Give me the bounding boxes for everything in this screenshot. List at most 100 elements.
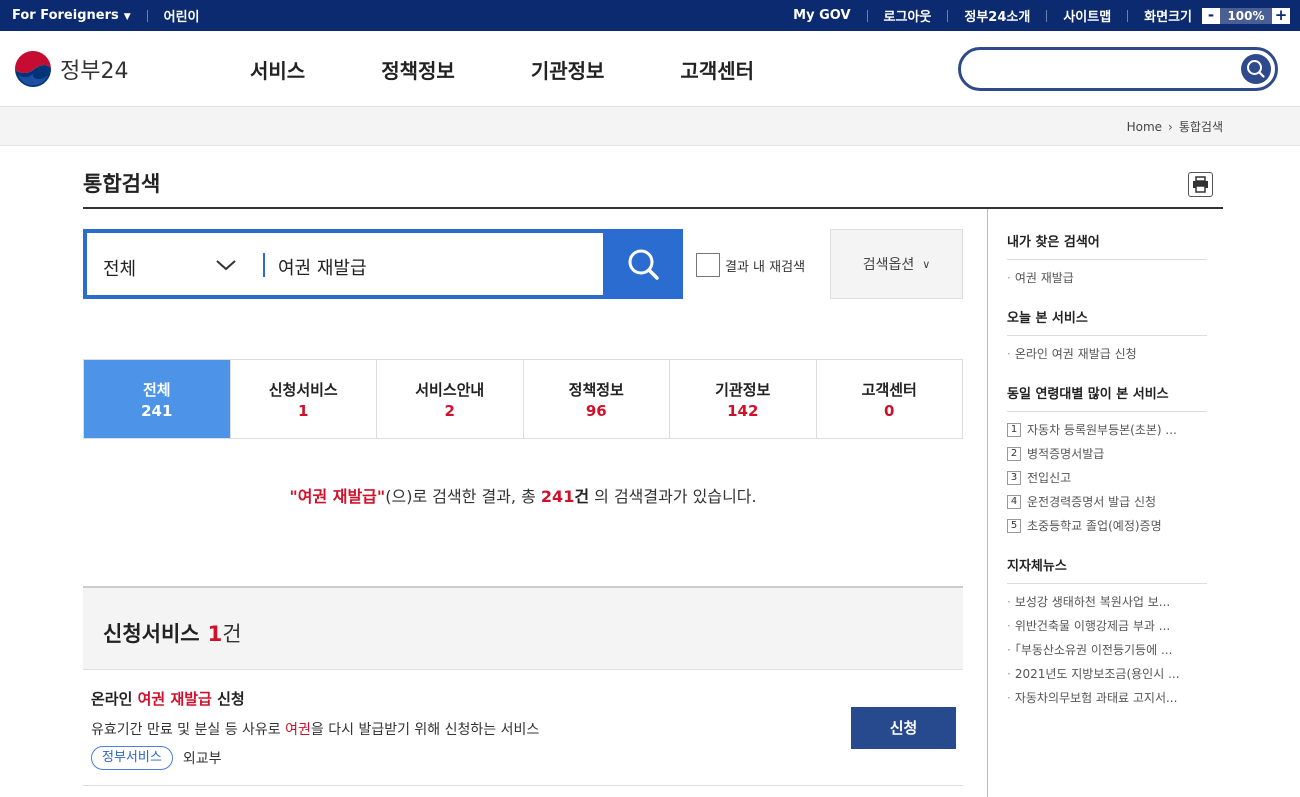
breadcrumb-bar: Home › 통합검색 bbox=[0, 107, 1300, 146]
list-item: 온라인 여권 재발급 신청 유효기간 만료 및 분실 등 사유로 여권을 다시 … bbox=[83, 670, 963, 786]
local-news: 지자체뉴스 보성강 생태하천 복원사업 보... 위반건축물 이행강제금 부과 … bbox=[1007, 555, 1207, 713]
today-viewed-title: 오늘 본 서비스 bbox=[1007, 307, 1207, 336]
rank-badge: 3 bbox=[1007, 470, 1021, 485]
result-total: 241 bbox=[540, 487, 575, 506]
popular-service-label: 전입신고 bbox=[1027, 471, 1072, 485]
local-news-title: 지자체뉴스 bbox=[1007, 555, 1207, 584]
popular-service-item[interactable]: 4 운전경력증명서 발급 신청 bbox=[1007, 493, 1207, 510]
breadcrumb-home[interactable]: Home bbox=[1127, 120, 1162, 134]
search-input-area: 전체 여권 재발급 bbox=[87, 233, 603, 295]
popular-service-item[interactable]: 5 초중등학교 졸업(예정)증명 bbox=[1007, 517, 1207, 534]
popular-service-item[interactable]: 1 자동차 등록원부등본(초본) ... bbox=[1007, 421, 1207, 438]
search-icon bbox=[1247, 60, 1265, 78]
research-checkbox[interactable] bbox=[696, 253, 720, 277]
about-link[interactable]: 정부24소개 bbox=[964, 6, 1030, 25]
search-keyword-input[interactable]: 여권 재발급 bbox=[278, 254, 367, 280]
logo-text: 정부24 bbox=[60, 59, 129, 84]
sidebar: 내가 찾은 검색어 여권 재발급 오늘 본 서비스 온라인 여권 재발급 신청 … bbox=[987, 209, 1300, 797]
item-meta: 정부서비스 외교부 bbox=[91, 746, 221, 770]
breadcrumb-current: 통합검색 bbox=[1178, 120, 1223, 134]
main-navigation: 서비스 정책정보 기관정보 고객센터 bbox=[250, 31, 830, 107]
news-item[interactable]: 2021년도 지방보조금(용인시 ... bbox=[1007, 665, 1207, 682]
section-title-text: 신청서비스 bbox=[103, 622, 200, 646]
popular-service-label: 자동차 등록원부등본(초본) ... bbox=[1027, 423, 1177, 437]
tab-all[interactable]: 전체 241 bbox=[84, 360, 231, 438]
section-header: 신청서비스 1건 bbox=[83, 586, 963, 670]
search-options-label: 검색옵션 bbox=[862, 257, 915, 273]
popular-service-item[interactable]: 3 전입신고 bbox=[1007, 469, 1207, 486]
research-in-results[interactable]: 결과 내 재검색 bbox=[696, 253, 805, 277]
global-search-button[interactable] bbox=[1241, 54, 1271, 84]
news-item[interactable]: 보성강 생태하천 복원사업 보... bbox=[1007, 593, 1207, 610]
tab-agency-info[interactable]: 기관정보 142 bbox=[670, 360, 817, 438]
nav-menu-service[interactable]: 서비스 bbox=[250, 55, 305, 84]
logout-link[interactable]: 로그아웃 bbox=[884, 6, 932, 25]
global-search-input[interactable] bbox=[975, 58, 1235, 80]
integrated-search-box: 전체 여권 재발급 bbox=[83, 229, 683, 299]
result-text: (으)로 검색한 결과, 총 bbox=[385, 487, 541, 506]
section-count: 1 bbox=[207, 622, 223, 646]
for-foreigners-link[interactable]: For Foreigners ▼ bbox=[12, 8, 131, 23]
category-select[interactable]: 전체 bbox=[103, 255, 136, 281]
result-tabs: 전체 241 신청서비스 1 서비스안내 2 정책정보 96 기관정보 142 … bbox=[83, 359, 963, 439]
popular-services: 동일 연령대별 많이 본 서비스 1 자동차 등록원부등본(초본) ... 2 병적… bbox=[1007, 383, 1207, 541]
news-item[interactable]: 위반건축물 이행강제금 부과 ... bbox=[1007, 617, 1207, 634]
item-title-post: 신청 bbox=[211, 690, 245, 708]
search-button[interactable] bbox=[607, 233, 679, 295]
zoom-control: - 100% + bbox=[1202, 7, 1290, 24]
item-desc-post: 을 다시 발급받기 위해 신청하는 서비스 bbox=[310, 722, 540, 738]
print-button[interactable] bbox=[1188, 172, 1213, 197]
service-type-tag[interactable]: 정부서비스 bbox=[91, 746, 173, 770]
zoom-out-button[interactable]: - bbox=[1202, 7, 1220, 24]
popular-service-label: 운전경력증명서 발급 신청 bbox=[1027, 495, 1157, 509]
today-viewed-item[interactable]: 온라인 여권 재발급 신청 bbox=[1007, 345, 1207, 362]
government-logo-icon bbox=[14, 50, 52, 88]
search-options-button[interactable]: 검색옵션 ∨ bbox=[830, 229, 963, 299]
tab-count: 142 bbox=[727, 401, 759, 420]
tab-label: 전체 bbox=[142, 380, 171, 399]
tab-policy-info[interactable]: 정책정보 96 bbox=[523, 360, 670, 438]
mygov-link[interactable]: My GOV bbox=[793, 8, 850, 23]
tab-label: 신청서비스 bbox=[268, 380, 338, 399]
caret-down-icon: ▼ bbox=[123, 12, 131, 22]
nav-menu-agency[interactable]: 기관정보 bbox=[531, 55, 605, 84]
nav-menu-customer[interactable]: 고객센터 bbox=[680, 55, 754, 84]
result-summary: "여권 재발급"(으)로 검색한 결과, 총 241건 의 검색결과가 있습니다… bbox=[83, 483, 963, 507]
screen-size-label: 화면크기 bbox=[1144, 10, 1192, 25]
zoom-in-button[interactable]: + bbox=[1272, 7, 1290, 24]
tab-count: 2 bbox=[444, 401, 455, 420]
tab-service-guide[interactable]: 서비스안내 2 bbox=[377, 360, 524, 438]
tab-label: 기관정보 bbox=[715, 380, 771, 399]
recent-searches-title: 내가 찾은 검색어 bbox=[1007, 231, 1207, 260]
item-title[interactable]: 온라인 여권 재발급 신청 bbox=[91, 688, 245, 709]
site-logo[interactable]: 정부24 bbox=[12, 48, 128, 90]
item-desc-pre: 유효기간 만료 및 분실 등 사유로 bbox=[91, 722, 286, 738]
page-title: 통합검색 bbox=[83, 172, 161, 196]
chevron-down-icon: ∨ bbox=[922, 257, 931, 271]
divider bbox=[1046, 9, 1048, 22]
rank-badge: 1 bbox=[1007, 422, 1021, 437]
tab-label: 서비스안내 bbox=[415, 380, 485, 399]
news-item[interactable]: 「부동산소유권 이전등기등에 ... bbox=[1007, 641, 1207, 658]
tab-application-service[interactable]: 신청서비스 1 bbox=[230, 360, 377, 438]
kids-link[interactable]: 어린이 bbox=[164, 6, 200, 25]
tab-count: 1 bbox=[298, 401, 309, 420]
chevron-down-icon[interactable] bbox=[215, 257, 237, 273]
popular-service-item[interactable]: 2 병적증명서발급 bbox=[1007, 445, 1207, 462]
nav-menu-policy[interactable]: 정책정보 bbox=[381, 55, 455, 84]
divider bbox=[947, 9, 949, 22]
site-header: 정부24 서비스 정책정보 기관정보 고객센터 bbox=[0, 31, 1300, 107]
print-icon bbox=[1193, 176, 1208, 193]
section-title: 신청서비스 1건 bbox=[103, 618, 242, 648]
item-desc-highlight: 여권 bbox=[285, 722, 311, 738]
sitemap-link[interactable]: 사이트맵 bbox=[1063, 6, 1111, 25]
result-tail: 의 검색결과가 있습니다. bbox=[589, 487, 757, 506]
tab-count: 0 bbox=[884, 401, 895, 420]
top-utility-bar: For Foreigners ▼ 어린이 My GOV 로그아웃 정부24소개 사… bbox=[0, 0, 1300, 31]
divider bbox=[146, 9, 148, 22]
news-item[interactable]: 자동차의무보험 과태료 고지서... bbox=[1007, 689, 1207, 706]
tab-customer-center[interactable]: 고객센터 0 bbox=[816, 360, 962, 438]
recent-search-item[interactable]: 여권 재발급 bbox=[1007, 269, 1207, 286]
divider bbox=[866, 9, 868, 22]
apply-button[interactable]: 신청 bbox=[851, 707, 956, 749]
